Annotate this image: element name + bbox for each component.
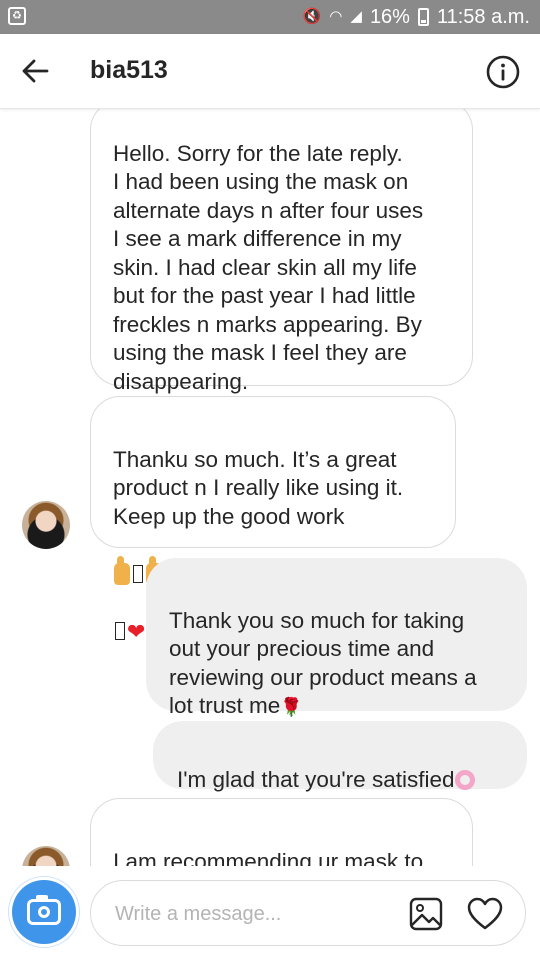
mute-icon: 🔇 bbox=[302, 8, 322, 25]
missing-glyph bbox=[133, 564, 143, 583]
message-composer bbox=[0, 866, 540, 960]
camera-icon bbox=[27, 895, 61, 925]
message-bubble-incoming[interactable]: I am recommending ur mask to all my frie… bbox=[90, 798, 473, 866]
message-thread[interactable]: Hello. Sorry for the late reply. I had b… bbox=[0, 108, 540, 866]
signal-icon: ◢ bbox=[350, 8, 362, 25]
notification-icon: ♻ bbox=[8, 7, 26, 25]
message-bubble-outgoing[interactable]: Thank you so much for taking out your pr… bbox=[146, 558, 527, 718]
message-bubble-outgoing[interactable]: I'm glad that you're satisfied bbox=[153, 721, 527, 792]
status-bar: ♻ 🔇 ◠ ◢ 16% 11:58 a.m. bbox=[0, 0, 540, 34]
thumbs-up-emoji bbox=[114, 555, 130, 585]
clock: 11:58 a.m. bbox=[436, 5, 530, 28]
conversation-header: bia513 bbox=[0, 34, 540, 109]
back-arrow-icon[interactable] bbox=[20, 56, 50, 86]
camera-button[interactable] bbox=[12, 880, 76, 944]
gallery-icon[interactable] bbox=[409, 897, 443, 931]
rose-emoji: 🌹 bbox=[280, 697, 303, 717]
status-icons: 🔇 ◠ ◢ 16% 11:58 a.m. bbox=[303, 6, 530, 28]
wifi-icon: ◠ bbox=[329, 8, 343, 25]
heart-emoji: ❤ bbox=[127, 618, 146, 644]
message-text: I am recommending ur mask to all my frie… bbox=[113, 848, 424, 867]
heart-icon[interactable] bbox=[467, 897, 503, 931]
conversation-username[interactable]: bia513 bbox=[90, 56, 168, 85]
info-icon[interactable] bbox=[486, 55, 520, 89]
message-bubble-incoming[interactable]: Hello. Sorry for the late reply. I had b… bbox=[90, 108, 473, 394]
sender-avatar[interactable] bbox=[22, 846, 70, 866]
message-bubble-incoming[interactable]: Thanku so much. It’s a great product n I… bbox=[90, 396, 456, 644]
battery-icon bbox=[417, 8, 429, 26]
message-input[interactable] bbox=[113, 899, 397, 929]
message-input-container bbox=[90, 880, 526, 946]
battery-percent: 16% bbox=[369, 5, 410, 28]
sender-avatar[interactable] bbox=[22, 501, 70, 549]
message-text: Hello. Sorry for the late reply. I had b… bbox=[113, 140, 424, 394]
message-text: Thanku so much. It’s a great product n I… bbox=[113, 446, 404, 529]
message-text: I'm glad that you're satisfied bbox=[177, 766, 455, 792]
donut-emoji bbox=[455, 769, 476, 790]
message-text: Thank you so much for taking out your pr… bbox=[169, 607, 477, 719]
missing-glyph bbox=[115, 621, 125, 640]
